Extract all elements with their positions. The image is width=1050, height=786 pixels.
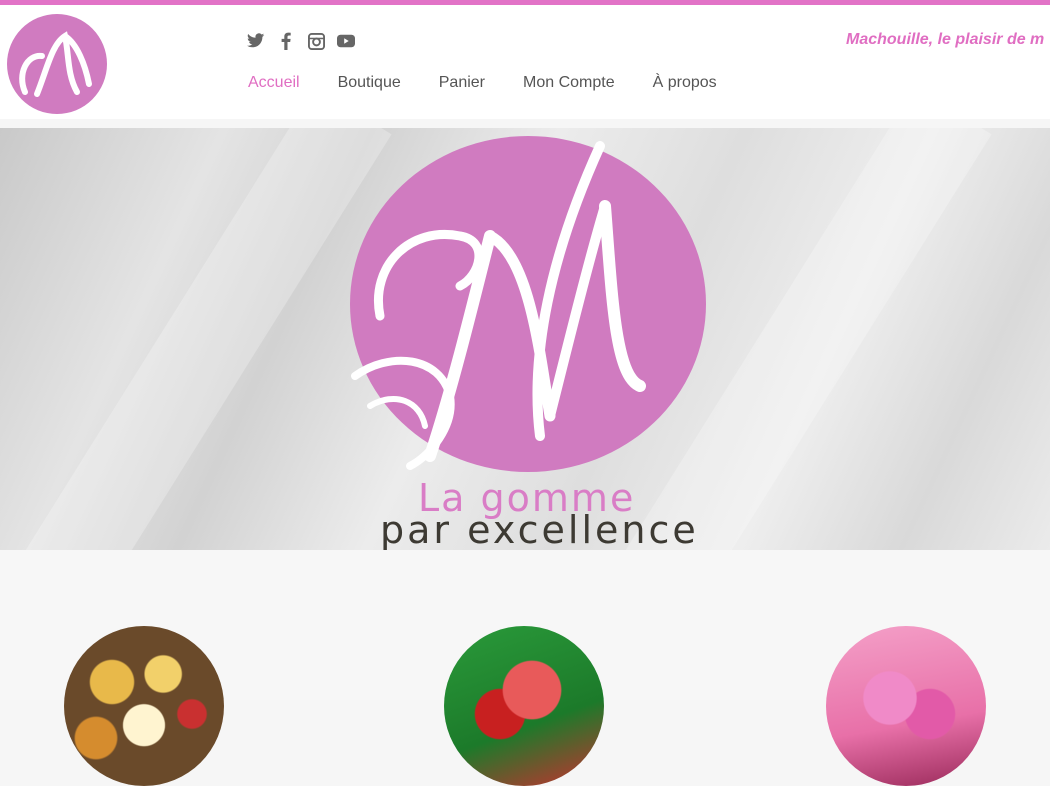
nav-item-accueil[interactable]: Accueil [248,74,300,92]
nav-item-mon-compte[interactable]: Mon Compte [523,74,615,92]
nav-item-boutique[interactable]: Boutique [338,74,401,92]
site-tagline: Machouille, le plaisir de m [846,31,1045,48]
facebook-icon[interactable] [277,32,295,50]
product-image-pink-letters[interactable] [826,626,986,786]
hero-logo [350,136,706,472]
nav-item-a-propos[interactable]: À propos [653,74,717,92]
logo[interactable] [7,14,107,114]
instagram-icon[interactable] [307,32,325,50]
hero-bg-streak [18,128,392,550]
social-links [247,32,355,50]
product-image-gummies[interactable] [64,626,224,786]
hero-subtitle: par excellence [380,508,699,550]
main-nav: Accueil Boutique Panier Mon Compte À pro… [248,74,717,92]
youtube-icon[interactable] [337,32,355,50]
twitter-icon[interactable] [247,32,265,50]
product-image-red-candy[interactable] [444,626,604,786]
site-header: Accueil Boutique Panier Mon Compte À pro… [0,5,1050,119]
nav-item-panier[interactable]: Panier [439,74,485,92]
featured-products [0,550,1050,786]
hero-banner: La gomme par excellence [0,128,1050,550]
